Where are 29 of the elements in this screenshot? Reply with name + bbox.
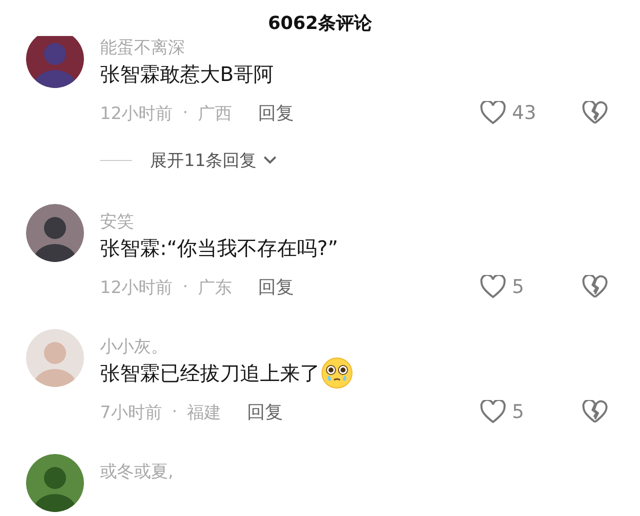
expand-replies-button[interactable]: 展开11条回复 [100,146,277,174]
heart-icon[interactable] [480,400,506,424]
heart-icon[interactable] [480,101,506,125]
separator-dot: · [182,103,188,123]
broken-heart-icon[interactable] [582,101,608,125]
heart-icon[interactable] [480,275,506,299]
reply-button[interactable]: 回复 [247,400,284,424]
comment-text: 张智霖:“你当我不存在吗?” [100,235,338,262]
avatar[interactable] [26,36,84,88]
comment-location: 广东 [198,276,232,298]
comment-time: 12小时前 [100,102,173,124]
comment-location: 广西 [198,102,232,124]
page-title: 6062条评论 [268,12,372,35]
broken-heart-icon[interactable] [582,400,608,424]
reply-button[interactable]: 回复 [258,275,294,299]
like-count: 5 [512,276,526,298]
separator-dot: · [172,402,178,422]
comment-text: 张智霖已经拔刀追上来了 [100,360,320,387]
comment-location: 福建 [187,402,222,424]
pleading-emoji-icon [321,357,353,389]
reply-button[interactable]: 回复 [258,101,294,125]
separator-dot: · [182,277,188,297]
comment-time: 12小时前 [100,276,173,298]
like-count: 5 [512,401,526,423]
comment-time: 7小时前 [100,402,162,424]
comment-text: 张智霖敢惹大B哥阿 [100,61,274,88]
broken-heart-icon[interactable] [582,275,608,299]
like-count: 43 [512,102,538,124]
chevron-down-icon [262,155,277,165]
